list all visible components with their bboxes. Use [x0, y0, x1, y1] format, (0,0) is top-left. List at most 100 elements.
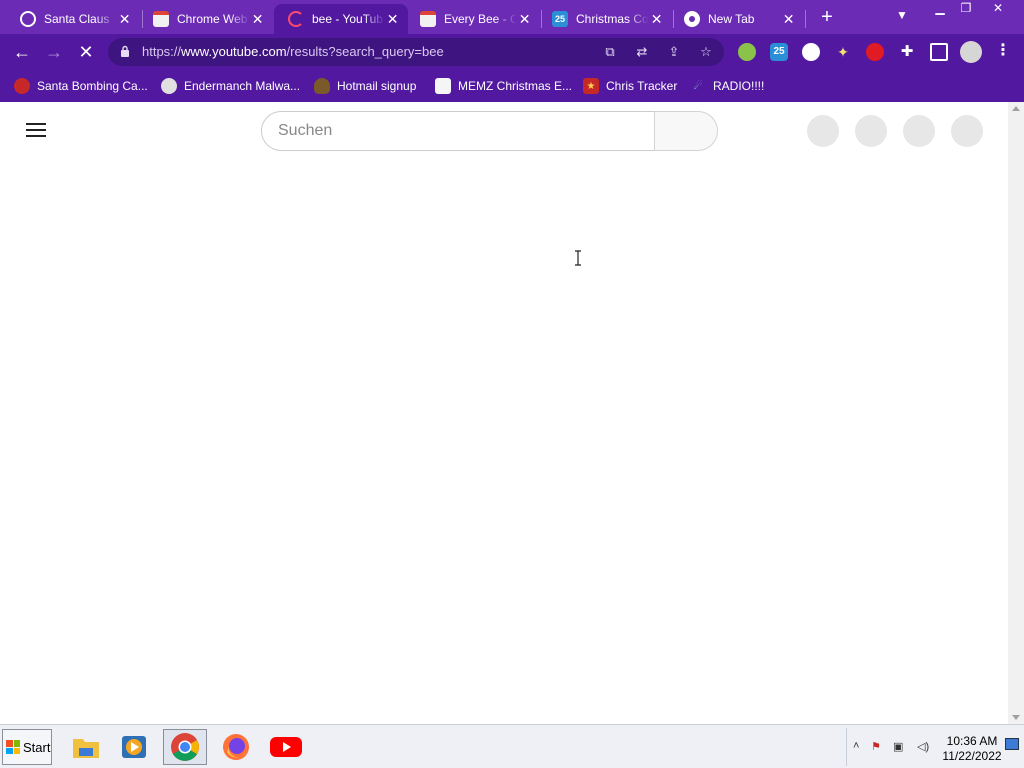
clock-time: 10:36 AM: [946, 734, 998, 748]
bookmark-label: Endermanch Malwa...: [184, 79, 301, 93]
chrome-icon: [171, 733, 199, 761]
page-scrollbar[interactable]: [1008, 102, 1024, 724]
close-icon[interactable]: ✕: [781, 11, 796, 28]
taskbar-firefox[interactable]: [214, 729, 258, 765]
close-icon[interactable]: ✕: [385, 11, 400, 28]
bookmark-label: Hotmail signup: [337, 79, 417, 93]
extension-face-icon[interactable]: [802, 43, 820, 61]
window-close-icon[interactable]: ✕: [984, 0, 1012, 18]
star-icon: ★: [583, 78, 599, 94]
bookmark-hotmail[interactable]: Hotmail signup: [314, 77, 416, 95]
bookmark-memz[interactable]: MEMZ Christmas E...: [435, 77, 572, 95]
poop-icon: [314, 78, 330, 94]
url-text: https://www.youtube.com/results?search_q…: [142, 44, 444, 59]
menu-kebab-icon[interactable]: ⋮: [994, 43, 1012, 61]
taskbar-chrome[interactable]: [163, 729, 207, 765]
header-placeholder-circle[interactable]: [807, 115, 839, 147]
header-placeholder-circle[interactable]: [951, 115, 983, 147]
text-cursor-icon: [575, 250, 581, 266]
extension-heart-icon[interactable]: [866, 43, 884, 61]
translate-icon[interactable]: ⇄: [634, 44, 650, 60]
tab-every-bee[interactable]: Every Bee - C ✕: [406, 4, 540, 34]
extension-bee-icon[interactable]: ✦: [834, 43, 852, 61]
address-bar[interactable]: https://www.youtube.com/results?search_q…: [108, 38, 724, 66]
youtube-page: [0, 102, 1008, 724]
taskbar-media-player[interactable]: [112, 729, 156, 765]
close-icon[interactable]: ✕: [117, 11, 132, 28]
raccoon-icon: [161, 78, 177, 94]
forward-arrow-icon[interactable]: →: [44, 42, 64, 62]
bookmark-label: Santa Bombing Ca...: [37, 79, 148, 93]
back-arrow-icon[interactable]: ←: [12, 42, 32, 62]
bookmark-chris-tracker[interactable]: ★ Chris Tracker: [583, 77, 677, 95]
globe-icon: [20, 11, 36, 27]
windows-flag-icon: [6, 740, 20, 754]
bookmark-santa-bombing[interactable]: Santa Bombing Ca...: [14, 77, 148, 95]
bookmark-endermanch[interactable]: Endermanch Malwa...: [161, 77, 300, 95]
folder-icon: [73, 739, 99, 758]
tab-title: bee - YouTub: [312, 12, 383, 26]
tab-title: New Tab: [708, 12, 755, 26]
webstore-icon: [153, 11, 169, 27]
bookmark-radio[interactable]: ☄ RADIO!!!!: [690, 77, 765, 95]
tab-bee-youtube[interactable]: bee - YouTub ✕: [274, 4, 408, 34]
radio-icon: ☄: [693, 80, 703, 92]
action-center-flag-icon[interactable]: ⚑: [871, 740, 881, 753]
extensions-puzzle-icon[interactable]: ✚: [898, 43, 916, 61]
close-icon[interactable]: ✕: [250, 11, 265, 28]
extension-green-icon[interactable]: [738, 43, 756, 61]
close-icon[interactable]: ✕: [517, 11, 532, 28]
restore-icon[interactable]: ❐: [952, 0, 980, 18]
clock[interactable]: 10:36 AM 11/22/2022: [939, 734, 1005, 764]
tab-strip: Santa Claus ✕ Chrome Web ✕ bee - YouTub …: [0, 0, 1024, 34]
stop-loading-icon[interactable]: ✕: [76, 42, 96, 62]
start-button[interactable]: Start: [2, 729, 52, 765]
profile-avatar[interactable]: [960, 41, 982, 63]
chrome-icon: [684, 11, 700, 27]
scroll-up-icon[interactable]: [1012, 106, 1020, 111]
header-placeholder-circle[interactable]: [903, 115, 935, 147]
tab-separator: [805, 10, 806, 28]
tab-title: Christmas Co: [576, 12, 649, 26]
extension-calendar-icon[interactable]: 25: [770, 43, 788, 61]
hamburger-menu-icon[interactable]: [26, 123, 46, 137]
tab-chrome-web[interactable]: Chrome Web ✕: [139, 4, 273, 34]
lock-icon: [121, 45, 129, 57]
taskbar-youtube[interactable]: [264, 729, 308, 765]
search-box[interactable]: [261, 111, 655, 151]
image-icon: [435, 78, 451, 94]
header-placeholder-circle[interactable]: [855, 115, 887, 147]
close-icon[interactable]: ✕: [649, 11, 664, 28]
media-player-icon: [122, 736, 146, 758]
tab-christmas[interactable]: 25 Christmas Co ✕: [538, 4, 672, 34]
firefox-icon: [223, 734, 249, 760]
tab-new-tab[interactable]: New Tab ✕: [670, 4, 804, 34]
side-panel-icon[interactable]: [930, 43, 948, 61]
show-hidden-icons-icon[interactable]: ˄: [853, 740, 859, 752]
clock-date: 11/22/2022: [942, 749, 1002, 763]
taskbar-file-explorer[interactable]: [64, 729, 108, 765]
browser-toolbar: ← → ✕ https://www.youtube.com/results?se…: [0, 34, 1024, 70]
tab-santa-claus[interactable]: Santa Claus ✕: [6, 4, 140, 34]
bookmark-label: MEMZ Christmas E...: [458, 79, 573, 93]
volume-icon[interactable]: ◁): [917, 740, 929, 753]
loading-icon: [288, 11, 304, 27]
share-icon[interactable]: ⇪: [666, 44, 682, 60]
open-in-app-icon[interactable]: ⧉: [602, 44, 618, 60]
webstore-icon: [420, 11, 436, 27]
network-icon[interactable]: ▣: [893, 740, 903, 753]
scroll-down-icon[interactable]: [1012, 715, 1020, 720]
tab-search-icon[interactable]: ▼: [896, 8, 908, 22]
search-input[interactable]: [262, 112, 654, 150]
bookmark-label: Chris Tracker: [606, 79, 678, 93]
search-button[interactable]: [654, 111, 718, 151]
taskbar: Start ˄ ⚑ ▣ ◁) 10:36 AM 11/22/2022: [0, 724, 1024, 768]
minimize-icon[interactable]: ▁: [926, 0, 954, 18]
bookmark-star-icon[interactable]: ☆: [698, 44, 714, 60]
tab-title: Santa Claus: [44, 12, 110, 26]
tab-title: Chrome Web: [177, 12, 248, 26]
show-desktop-icon[interactable]: [1005, 738, 1019, 750]
tab-title: Every Bee - C: [444, 12, 518, 26]
new-tab-icon[interactable]: +: [816, 7, 838, 29]
bookmarks-bar: Santa Bombing Ca... Endermanch Malwa... …: [0, 70, 1024, 102]
